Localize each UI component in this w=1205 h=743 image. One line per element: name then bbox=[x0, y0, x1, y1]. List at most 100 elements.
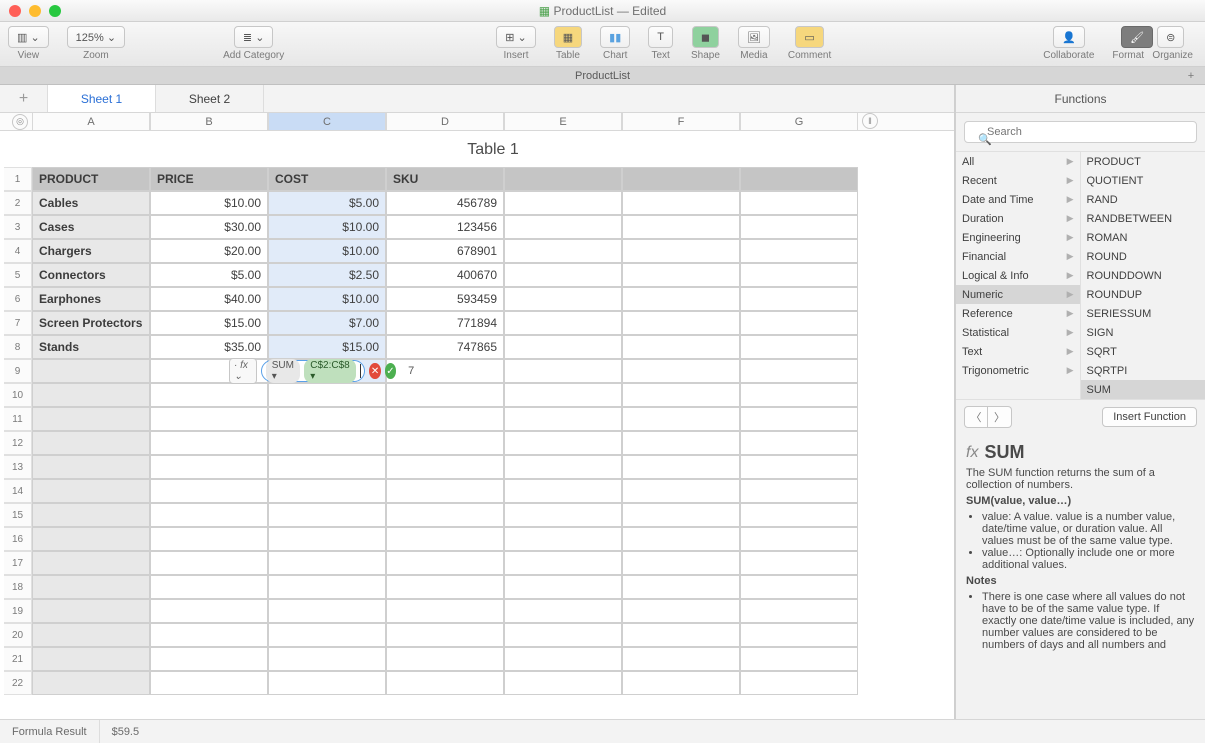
function-item[interactable]: SERIESSUM bbox=[1081, 304, 1205, 323]
row-3[interactable]: 3 bbox=[4, 215, 32, 239]
cell[interactable] bbox=[622, 479, 740, 503]
cell[interactable] bbox=[740, 263, 858, 287]
category-item-numeric[interactable]: Numeric▶ bbox=[956, 285, 1080, 304]
function-item[interactable]: SQRT bbox=[1081, 342, 1205, 361]
cell[interactable] bbox=[150, 383, 268, 407]
cell[interactable] bbox=[150, 455, 268, 479]
cell[interactable] bbox=[504, 599, 622, 623]
cell[interactable] bbox=[268, 431, 386, 455]
cell[interactable] bbox=[150, 431, 268, 455]
cell[interactable] bbox=[740, 407, 858, 431]
table-title[interactable]: Table 1 bbox=[32, 131, 954, 167]
cell[interactable] bbox=[386, 407, 504, 431]
row-1[interactable]: 1 bbox=[4, 167, 32, 191]
accept-formula-button[interactable]: ✓ bbox=[385, 363, 396, 379]
nav-back-button[interactable]: 〈 bbox=[964, 406, 988, 428]
cell[interactable] bbox=[740, 239, 858, 263]
media-button[interactable]: 🖼 bbox=[738, 26, 770, 48]
table-button[interactable]: ▦ bbox=[554, 26, 582, 48]
cell[interactable] bbox=[740, 455, 858, 479]
cell[interactable] bbox=[740, 383, 858, 407]
cell[interactable] bbox=[386, 575, 504, 599]
cell-product[interactable]: Stands bbox=[32, 335, 150, 359]
organize-tab[interactable]: ⊜ bbox=[1157, 26, 1184, 48]
cell-sku[interactable]: 747865 bbox=[386, 335, 504, 359]
cell[interactable] bbox=[504, 287, 622, 311]
add-sheet-button[interactable]: + bbox=[0, 85, 48, 112]
cell[interactable] bbox=[150, 599, 268, 623]
cell[interactable] bbox=[504, 383, 622, 407]
formula-range-token[interactable]: C$2:C$8 ▾ bbox=[304, 359, 355, 383]
function-item[interactable]: RAND bbox=[1081, 190, 1205, 209]
cell[interactable] bbox=[504, 455, 622, 479]
cell-price[interactable]: $20.00 bbox=[150, 239, 268, 263]
col-C[interactable]: C bbox=[268, 113, 386, 130]
cell[interactable] bbox=[32, 479, 150, 503]
cell[interactable] bbox=[740, 647, 858, 671]
cell-sku[interactable]: 593459 bbox=[386, 287, 504, 311]
insert-button[interactable]: ⊞ ⌄ bbox=[496, 26, 536, 48]
shape-button[interactable]: ◼ bbox=[692, 26, 719, 48]
cell-sku[interactable]: 771894 bbox=[386, 311, 504, 335]
nav-forward-button[interactable]: 〉 bbox=[988, 406, 1012, 428]
cell[interactable] bbox=[740, 215, 858, 239]
category-item[interactable]: Financial▶ bbox=[956, 247, 1080, 266]
row-21[interactable]: 21 bbox=[4, 647, 32, 671]
row-13[interactable]: 13 bbox=[4, 455, 32, 479]
cell[interactable] bbox=[150, 527, 268, 551]
cell[interactable] bbox=[150, 503, 268, 527]
row-7[interactable]: 7 bbox=[4, 311, 32, 335]
cell[interactable] bbox=[740, 335, 858, 359]
add-column-button[interactable]: ‖ bbox=[862, 113, 878, 129]
cell-price[interactable]: $30.00 bbox=[150, 215, 268, 239]
cell-product[interactable]: Cables bbox=[32, 191, 150, 215]
cell[interactable] bbox=[32, 359, 150, 383]
function-item[interactable]: RANDBETWEEN bbox=[1081, 209, 1205, 228]
category-item[interactable]: Logical & Info▶ bbox=[956, 266, 1080, 285]
cell[interactable] bbox=[150, 623, 268, 647]
function-item[interactable]: QUOTIENT bbox=[1081, 171, 1205, 190]
header-cost[interactable]: COST bbox=[268, 167, 386, 191]
col-B[interactable]: B bbox=[150, 113, 268, 130]
cell[interactable] bbox=[268, 575, 386, 599]
cell[interactable] bbox=[740, 191, 858, 215]
cell-cost[interactable]: $7.00 bbox=[268, 311, 386, 335]
cell[interactable] bbox=[32, 551, 150, 575]
cell-sku[interactable]: 400670 bbox=[386, 263, 504, 287]
cell[interactable] bbox=[268, 527, 386, 551]
cell[interactable] bbox=[622, 575, 740, 599]
header-product[interactable]: PRODUCT bbox=[32, 167, 150, 191]
function-item-sum[interactable]: SUM bbox=[1081, 380, 1205, 399]
cell-sku[interactable]: 123456 bbox=[386, 215, 504, 239]
close-window-button[interactable] bbox=[9, 5, 21, 17]
cell[interactable] bbox=[622, 335, 740, 359]
cell[interactable] bbox=[622, 191, 740, 215]
cell[interactable] bbox=[150, 407, 268, 431]
col-A[interactable]: A bbox=[32, 113, 150, 130]
row-6[interactable]: 6 bbox=[4, 287, 32, 311]
category-item[interactable]: Engineering▶ bbox=[956, 228, 1080, 247]
cell[interactable] bbox=[504, 359, 622, 383]
row-9[interactable]: 9 bbox=[4, 359, 32, 383]
cancel-formula-button[interactable]: ✕ bbox=[369, 363, 380, 379]
cell[interactable] bbox=[386, 527, 504, 551]
sheet-tab-2[interactable]: Sheet 2 bbox=[156, 85, 264, 112]
cell[interactable] bbox=[32, 599, 150, 623]
minimize-window-button[interactable] bbox=[29, 5, 41, 17]
cell[interactable] bbox=[504, 431, 622, 455]
function-item[interactable]: SIGN bbox=[1081, 323, 1205, 342]
cell[interactable] bbox=[386, 599, 504, 623]
cell-product[interactable]: Earphones bbox=[32, 287, 150, 311]
row-11[interactable]: 11 bbox=[4, 407, 32, 431]
collaborate-button[interactable]: 👤 bbox=[1053, 26, 1085, 48]
category-item[interactable]: All▶ bbox=[956, 152, 1080, 171]
cell[interactable] bbox=[740, 167, 858, 191]
row-12[interactable]: 12 bbox=[4, 431, 32, 455]
cell[interactable] bbox=[268, 407, 386, 431]
cell[interactable] bbox=[504, 311, 622, 335]
cell[interactable] bbox=[268, 599, 386, 623]
cell[interactable] bbox=[504, 575, 622, 599]
cell[interactable] bbox=[740, 551, 858, 575]
zoom-window-button[interactable] bbox=[49, 5, 61, 17]
comment-button[interactable]: ▭ bbox=[795, 26, 823, 48]
